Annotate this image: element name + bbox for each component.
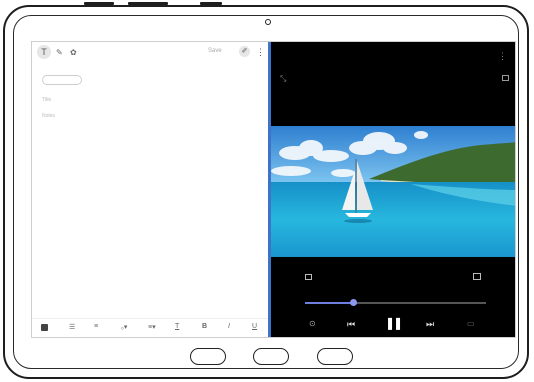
home-button[interactable]: [253, 348, 289, 365]
notes-toolbar: T ✎ ✿ Save ✐ ⋮: [32, 42, 268, 64]
popup-view-icon[interactable]: ▭: [467, 319, 475, 328]
rotate-icon[interactable]: ⤡: [280, 74, 286, 84]
seek-handle[interactable]: [350, 299, 358, 306]
recent-apps-button[interactable]: [190, 348, 226, 365]
note-title[interactable]: Title: [42, 97, 51, 103]
screen: T ✎ ✿ Save ✐ ⋮ Title Notes ☰ ≡ ₀▾ ≡▾ T B…: [31, 41, 516, 338]
previous-icon[interactable]: ⏮: [347, 319, 355, 330]
more-icon[interactable]: ⋮: [256, 47, 265, 58]
back-button[interactable]: [317, 348, 353, 365]
volume-button-2: [128, 2, 168, 5]
popup-play-icon[interactable]: [502, 75, 509, 81]
note-body[interactable]: Notes: [42, 113, 55, 119]
text-color-icon[interactable]: T: [175, 323, 179, 330]
seek-progress: [305, 302, 354, 304]
next-icon[interactable]: ⏭: [426, 319, 434, 330]
notes-app: T ✎ ✿ Save ✐ ⋮ Title Notes ☰ ≡ ₀▾ ≡▾ T B…: [32, 42, 268, 337]
bold-icon[interactable]: B: [202, 323, 207, 330]
more-icon[interactable]: ⋮: [498, 51, 507, 62]
category-chip[interactable]: [42, 75, 82, 85]
seek-bar[interactable]: [305, 299, 486, 306]
lock-icon[interactable]: ⊙: [309, 319, 316, 328]
italic-icon[interactable]: I: [228, 323, 230, 330]
power-button: [200, 2, 222, 5]
video-frame[interactable]: [271, 126, 515, 257]
volume-button: [84, 2, 114, 5]
capture-icon[interactable]: [305, 274, 312, 280]
pause-icon[interactable]: ❚❚: [385, 316, 403, 330]
checkbox-icon[interactable]: [41, 324, 48, 331]
font-size-icon[interactable]: ₀▾: [121, 323, 127, 331]
format-toolbar: ☰ ≡ ₀▾ ≡▾ T B I U: [32, 318, 268, 337]
video-player: ⋮ ⤡ ⊙ ⏮ ❚❚ ⏭ ▭: [271, 42, 515, 337]
video-image: [271, 126, 515, 257]
save-button[interactable]: Save: [208, 48, 222, 54]
aspect-ratio-icon[interactable]: [473, 273, 481, 280]
text-tool-icon[interactable]: T: [37, 45, 51, 59]
brush-icon[interactable]: ✿: [70, 47, 77, 59]
pen-icon[interactable]: ✎: [56, 47, 63, 59]
underline-icon[interactable]: U: [252, 323, 257, 330]
bullet-list-icon[interactable]: ☰: [69, 323, 75, 331]
camera-icon: [265, 19, 271, 25]
attach-icon[interactable]: ✐: [239, 46, 250, 57]
align-icon[interactable]: ≡▾: [148, 323, 156, 331]
number-list-icon[interactable]: ≡: [94, 323, 98, 330]
